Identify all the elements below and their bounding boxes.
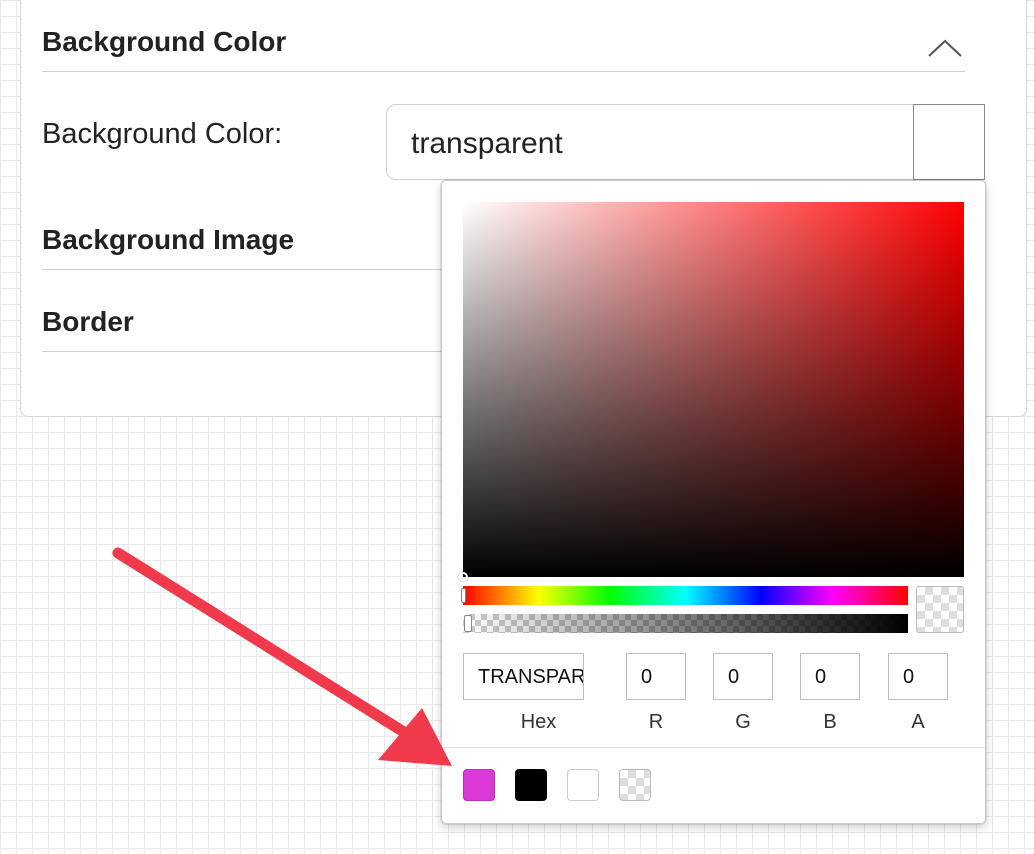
preset-swatch-magenta[interactable] xyxy=(463,769,495,801)
b-input[interactable]: 0 xyxy=(800,653,860,700)
saturation-area[interactable] xyxy=(458,202,964,582)
alpha-slider[interactable] xyxy=(463,614,908,633)
hue-slider[interactable] xyxy=(461,586,908,605)
background-color-label: Background Color: xyxy=(42,118,283,150)
g-input[interactable]: 0 xyxy=(713,653,773,700)
chevron-up-icon[interactable] xyxy=(927,38,963,58)
color-picker-popover: TRANSPARENT 0 0 0 0 Hex R G B A xyxy=(441,180,986,824)
r-label: R xyxy=(648,711,664,733)
background-color-value[interactable]: transparent xyxy=(411,127,563,161)
background-color-input[interactable]: transparent xyxy=(386,104,985,180)
b-label: B xyxy=(823,711,837,733)
g-label: G xyxy=(735,711,751,733)
r-input[interactable]: 0 xyxy=(626,653,686,700)
hex-label: Hex xyxy=(520,711,557,733)
alpha-handle[interactable] xyxy=(464,615,472,632)
saturation-handle[interactable] xyxy=(458,572,468,582)
preset-swatch-transparent[interactable] xyxy=(619,769,651,801)
hex-input[interactable]: TRANSPARENT xyxy=(463,653,584,700)
current-color-swatch[interactable] xyxy=(913,104,985,180)
color-preview-swatch xyxy=(916,586,964,633)
picker-divider xyxy=(442,747,985,748)
section-header-background-color[interactable]: Background Color xyxy=(42,26,965,72)
preset-swatch-black[interactable] xyxy=(515,769,547,801)
preset-swatch-white[interactable] xyxy=(567,769,599,801)
a-input[interactable]: 0 xyxy=(888,653,948,700)
hue-handle[interactable] xyxy=(461,588,466,603)
a-label: A xyxy=(911,711,925,733)
section-title: Background Color xyxy=(42,26,287,57)
